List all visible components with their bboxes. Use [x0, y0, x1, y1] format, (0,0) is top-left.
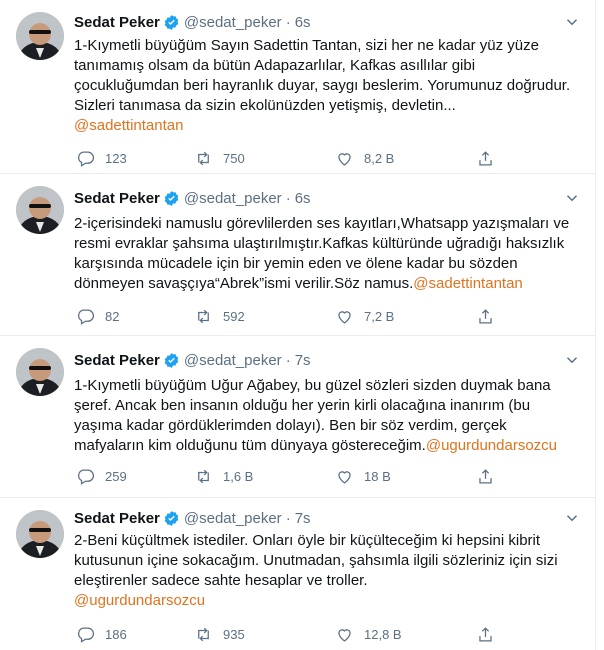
share-icon: [479, 150, 492, 165]
separator-dot: ·: [285, 189, 291, 207]
more-options-icon[interactable]: [562, 12, 582, 32]
separator-dot: ·: [285, 351, 291, 369]
retweet-button[interactable]: 592: [194, 306, 245, 326]
timestamp[interactable]: 6s: [295, 190, 311, 207]
avatar[interactable]: [16, 12, 64, 60]
author-name[interactable]: Sedat Peker: [74, 510, 160, 527]
retweet-icon: [198, 309, 209, 323]
more-options-icon[interactable]: [562, 188, 582, 208]
reply-icon: [78, 151, 94, 167]
heart-icon: [338, 628, 351, 642]
tweet[interactable]: Sedat Peker @sedat_peker · 6s 2-içerisin…: [0, 174, 596, 336]
avatar[interactable]: [16, 186, 64, 234]
reply-count: 123: [105, 150, 127, 166]
avatar[interactable]: [16, 348, 64, 396]
verified-badge-icon: [163, 190, 180, 207]
tweet[interactable]: Sedat Peker @sedat_peker · 7s 2-Beni küç…: [0, 498, 596, 650]
reply-button[interactable]: 186: [76, 624, 127, 644]
tweet[interactable]: Sedat Peker @sedat_peker · 6s 1-Kıymetli…: [0, 0, 596, 174]
like-count: 7,2 B: [364, 308, 395, 324]
separator-dot: ·: [285, 13, 291, 31]
like-count: 18 B: [364, 468, 391, 484]
author-handle[interactable]: @sedat_peker: [184, 190, 282, 207]
retweet-button[interactable]: 750: [194, 148, 245, 168]
like-button[interactable]: 12,8 B: [335, 624, 402, 644]
author-name[interactable]: Sedat Peker: [74, 352, 160, 369]
share-button[interactable]: [476, 306, 495, 326]
retweet-icon: [198, 627, 209, 641]
mention-link[interactable]: @ugurdundarsozcu: [74, 592, 205, 609]
mention-link[interactable]: @sadettintantan: [74, 117, 183, 134]
tweet-actions: 82 592 7,2 B: [68, 306, 498, 326]
tweet-text: 1-Kıymetli büyüğüm Uğur Ağabey, bu güzel…: [74, 376, 574, 456]
timestamp[interactable]: 7s: [295, 510, 311, 527]
mention-link[interactable]: @sadettintantan: [413, 275, 522, 292]
like-count: 12,8 B: [364, 626, 402, 642]
retweet-icon: [198, 469, 209, 483]
retweet-icon: [198, 151, 209, 165]
author-handle[interactable]: @sedat_peker: [184, 510, 282, 527]
avatar[interactable]: [16, 510, 64, 558]
tweet-text: 2-içerisindeki namuslu görevlilerden ses…: [74, 214, 574, 294]
tweet-body: 2-Beni küçültmek istediler. Onları öyle …: [74, 532, 562, 589]
share-icon: [479, 308, 492, 323]
tweet-feed: Sedat Peker @sedat_peker · 6s 1-Kıymetli…: [0, 0, 596, 650]
reply-count: 186: [105, 626, 127, 642]
timestamp[interactable]: 7s: [295, 352, 311, 369]
share-icon: [479, 468, 492, 483]
retweet-button[interactable]: 1,6 B: [194, 466, 253, 486]
heart-icon: [338, 310, 351, 324]
share-button[interactable]: [476, 466, 495, 486]
share-button[interactable]: [476, 148, 495, 168]
tweet-actions: 259 1,6 B 18 B: [68, 466, 498, 486]
author-handle[interactable]: @sedat_peker: [184, 14, 282, 31]
timestamp[interactable]: 6s: [295, 14, 311, 31]
author-name[interactable]: Sedat Peker: [74, 190, 160, 207]
tweet-actions: 123 750 8,2 B: [68, 148, 498, 168]
reply-count: 82: [105, 308, 120, 324]
heart-icon: [338, 470, 351, 484]
like-count: 8,2 B: [364, 150, 395, 166]
tweet-text: 2-Beni küçültmek istediler. Onları öyle …: [74, 531, 574, 611]
retweet-count: 1,6 B: [223, 468, 254, 484]
tweet[interactable]: Sedat Peker @sedat_peker · 7s 1-Kıymetli…: [0, 336, 596, 498]
reply-icon: [78, 469, 94, 485]
tweet-actions: 186 935 12,8 B: [68, 624, 498, 644]
like-button[interactable]: 18 B: [335, 466, 391, 486]
reply-button[interactable]: 82: [76, 306, 119, 326]
reply-button[interactable]: 123: [76, 148, 127, 168]
reply-icon: [78, 309, 94, 325]
share-icon: [479, 626, 492, 641]
separator-dot: ·: [285, 509, 291, 527]
reply-button[interactable]: 259: [76, 466, 127, 486]
retweet-button[interactable]: 935: [194, 624, 245, 644]
verified-badge-icon: [163, 14, 180, 31]
retweet-count: 935: [223, 626, 245, 642]
more-options-icon[interactable]: [562, 508, 582, 528]
tweet-body: 1-Kıymetli büyüğüm Sayın Sadettin Tantan…: [74, 37, 575, 114]
verified-badge-icon: [163, 510, 180, 527]
retweet-count: 750: [223, 150, 245, 166]
like-button[interactable]: 7,2 B: [335, 306, 394, 326]
more-options-icon[interactable]: [562, 350, 582, 370]
retweet-count: 592: [223, 308, 245, 324]
reply-icon: [78, 627, 94, 643]
like-button[interactable]: 8,2 B: [335, 148, 394, 168]
share-button[interactable]: [476, 624, 495, 644]
tweet-text: 1-Kıymetli büyüğüm Sayın Sadettin Tantan…: [74, 36, 574, 136]
verified-badge-icon: [163, 352, 180, 369]
author-handle[interactable]: @sedat_peker: [184, 352, 282, 369]
author-name[interactable]: Sedat Peker: [74, 14, 160, 31]
heart-icon: [338, 152, 351, 166]
reply-count: 259: [105, 468, 127, 484]
mention-link[interactable]: @ugurdundarsozcu: [426, 437, 557, 454]
